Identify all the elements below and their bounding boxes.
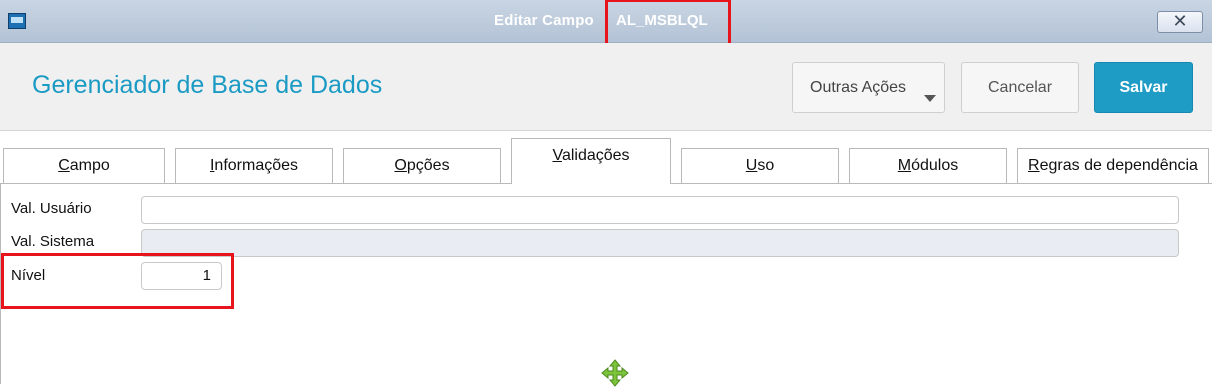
tab-label: ampo <box>69 157 110 174</box>
save-button[interactable]: Salvar <box>1094 62 1193 113</box>
page-header: Gerenciador de Base de Dados Outras Açõe… <box>0 43 1212 131</box>
tab-regras-de-dependencia[interactable]: Regras de dependência <box>1017 148 1209 184</box>
app-window-icon <box>8 13 26 29</box>
tab-campo[interactable]: Campo <box>3 148 165 184</box>
close-icon: ✕ <box>1172 11 1188 31</box>
tab-informacoes[interactable]: Informações <box>175 148 333 184</box>
window-title: Editar Campo <box>494 12 594 29</box>
val-usuario-input[interactable] <box>141 196 1179 224</box>
val-usuario-label: Val. Usuário <box>11 200 92 217</box>
tab-opcoes[interactable]: Opções <box>343 148 501 184</box>
tab-label: so <box>757 157 775 174</box>
highlight-box-field-name <box>605 0 731 48</box>
highlight-box-nivel <box>1 253 234 309</box>
tab-label: pções <box>406 157 450 174</box>
page-title: Gerenciador de Base de Dados <box>32 71 383 99</box>
tab-label: egras de dependência <box>1039 157 1198 174</box>
cancel-button[interactable]: Cancelar <box>961 62 1079 113</box>
val-sistema-label: Val. Sistema <box>11 233 95 250</box>
other-actions-label: Outras Ações <box>810 79 907 96</box>
tab-access-key: M <box>897 157 912 174</box>
val-sistema-field <box>141 229 1179 257</box>
tab-access-key: U <box>745 157 758 174</box>
tab-label: nformações <box>214 157 299 174</box>
move-cursor-icon <box>601 359 629 387</box>
other-actions-button[interactable]: Outras Ações <box>792 62 945 113</box>
tab-modulos[interactable]: Módulos <box>849 148 1007 184</box>
tab-label: alidações <box>561 147 630 164</box>
validacoes-panel: Val. Usuário Val. Sistema Nível 1 <box>0 184 1212 387</box>
tab-access-key: C <box>58 157 70 174</box>
close-button[interactable]: ✕ <box>1157 11 1203 33</box>
tab-uso[interactable]: Uso <box>681 148 839 184</box>
tab-access-key: V <box>552 147 562 164</box>
tab-label: ódulos <box>911 157 959 174</box>
tab-validacoes[interactable]: Validações <box>511 138 671 184</box>
tab-access-key: R <box>1028 157 1040 174</box>
chevron-down-icon <box>924 95 936 102</box>
tab-access-key: O <box>394 157 407 174</box>
tab-strip: Campo Informações Opções Validações Uso … <box>0 131 1212 184</box>
